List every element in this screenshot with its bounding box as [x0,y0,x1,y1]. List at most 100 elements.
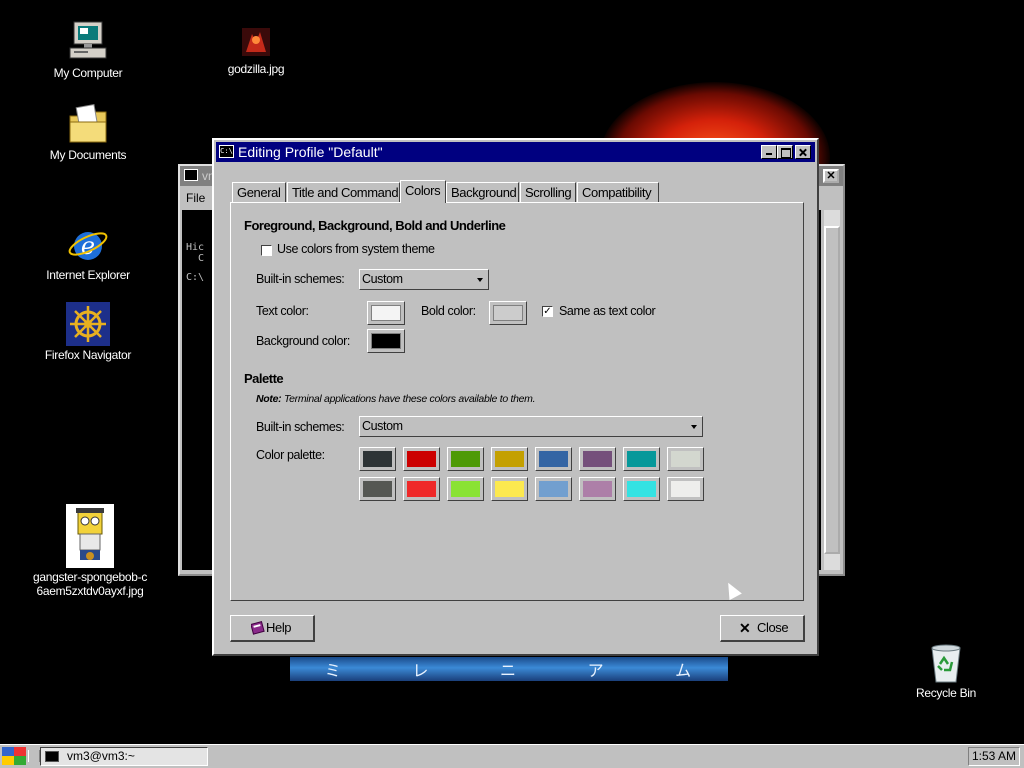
editing-profile-dialog[interactable]: C:\ Editing Profile "Default" General Ti… [212,138,819,656]
use-system-theme-checkbox[interactable] [261,245,272,256]
wallpaper-banner: ミ レ ニ ア ム [290,657,728,681]
terminal-app-icon [45,751,59,762]
text-color-swatch [371,305,401,321]
palette-color-12[interactable] [491,477,528,501]
palette-color-fill [495,451,524,467]
chevron-down-icon [477,278,483,282]
palette-color-fill [451,481,480,497]
note-text: Terminal applications have these colors … [281,393,536,405]
dialog-title-bar[interactable]: C:\ Editing Profile "Default" [216,142,815,162]
terminal-menu-file[interactable]: File [186,191,205,205]
palette-color-8[interactable] [667,447,704,471]
tab-compatibility[interactable]: Compatibility [577,182,659,202]
same-as-text-color-label: Same as text color [559,304,656,318]
palette-color-fill [583,451,612,467]
scrollbar-thumb[interactable] [824,226,840,554]
text-color-button[interactable] [367,301,405,325]
select-value: Custom [362,419,403,433]
desktop-icon-label: My Documents [49,148,127,162]
desktop-icon-label: Firefox Navigator [44,348,132,362]
banner-char: ム [675,661,694,680]
image-file-icon [66,504,114,568]
palette-color-fill [539,451,568,467]
tab-colors[interactable]: Colors [400,180,446,203]
palette-color-fill [363,451,392,467]
desktop-icon-gangster-spongebob[interactable]: gangster-spongebob-c6aem5zxtdv0ayxf.jpg [30,504,150,598]
tab-general[interactable]: General [232,182,286,202]
computer-icon [66,20,110,64]
palette-color-fill [671,451,700,467]
close-button-label: Close [757,620,789,635]
desktop-icon-my-documents[interactable]: My Documents [28,102,148,162]
close-x-icon: ✕ [739,620,751,636]
palette-color-13[interactable] [535,477,572,501]
close-icon[interactable] [795,145,811,159]
desktop-icon-internet-explorer[interactable]: e Internet Explorer [28,222,148,282]
palette-color-14[interactable] [579,477,616,501]
recycle-bin-icon [924,640,968,684]
taskbar-task-label: vm3@vm3:~ [67,749,135,763]
dialog-title: Editing Profile "Default" [238,144,383,160]
palette-color-15[interactable] [623,477,660,501]
help-button-label: Help [266,620,292,635]
palette-color-4[interactable] [491,447,528,471]
quick-launch-divider [28,750,40,762]
palette-color-9[interactable] [359,477,396,501]
close-icon[interactable]: ✕ [823,169,839,183]
use-system-theme-label: Use colors from system theme [277,242,435,256]
background-color-button[interactable] [367,329,405,353]
tab-background[interactable]: Background [446,182,519,202]
palette-builtin-schemes-label: Built-in schemes: [256,420,345,434]
taskbar: vm3@vm3:~ 1:53 AM [0,744,1024,768]
banner-char: ミ [324,661,343,680]
minimize-icon[interactable] [761,145,777,159]
palette-color-11[interactable] [447,477,484,501]
terminal-app-icon: C:\ [219,145,234,158]
background-color-label: Background color: [256,334,350,348]
chevron-down-icon [691,425,697,429]
palette-builtin-schemes-select[interactable]: Custom [359,416,703,437]
taskbar-clock: 1:53 AM [968,747,1020,766]
terminal-scrollbar[interactable] [824,210,840,570]
text-color-label: Text color: [256,304,309,318]
taskbar-task-terminal[interactable]: vm3@vm3:~ [40,747,208,766]
desktop-icon-godzilla-jpg[interactable]: godzilla.jpg [196,24,316,76]
select-value: Custom [362,272,403,286]
builtin-schemes-label: Built-in schemes: [256,272,345,286]
image-file-icon [238,24,274,60]
palette-color-7[interactable] [623,447,660,471]
palette-color-fill [539,481,568,497]
palette-color-16[interactable] [667,477,704,501]
palette-color-5[interactable] [535,447,572,471]
palette-color-10[interactable] [403,477,440,501]
tab-scrolling[interactable]: Scrolling [520,182,576,202]
maximize-icon[interactable] [777,145,793,159]
tab-title-and-command[interactable]: Title and Command [287,182,400,202]
desktop-icon-label: Internet Explorer [46,268,130,282]
start-button[interactable] [2,747,26,765]
fg-builtin-schemes-select[interactable]: Custom [359,269,489,290]
desktop-icon-label: godzilla.jpg [227,62,285,76]
desktop-icon-label: My Computer [53,66,123,80]
help-button[interactable]: Help [230,615,315,642]
palette-color-6[interactable] [579,447,616,471]
bold-color-swatch [493,305,523,321]
desktop-icon-recycle-bin[interactable]: Recycle Bin [886,640,1006,700]
bold-color-button[interactable] [489,301,527,325]
palette-note: Note: Terminal applications have these c… [256,393,536,405]
desktop-icon-my-computer[interactable]: My Computer [28,20,148,80]
palette-color-3[interactable] [447,447,484,471]
same-as-text-color-checkbox[interactable]: ✓ [542,306,553,317]
terminal-app-icon [184,169,198,181]
desktop-icon-firefox-navigator[interactable]: Firefox Navigator [28,302,148,362]
close-button[interactable]: ✕ Close [720,615,805,642]
palette-color-fill [583,481,612,497]
background-color-swatch [371,333,401,349]
palette-color-2[interactable] [403,447,440,471]
palette-color-fill [363,481,392,497]
note-prefix: Note: [256,393,282,405]
banner-char: レ [412,661,431,680]
desktop-icon-label: Recycle Bin [915,686,977,700]
palette-color-1[interactable] [359,447,396,471]
colors-panel: Foreground, Background, Bold and Underli… [230,202,804,601]
